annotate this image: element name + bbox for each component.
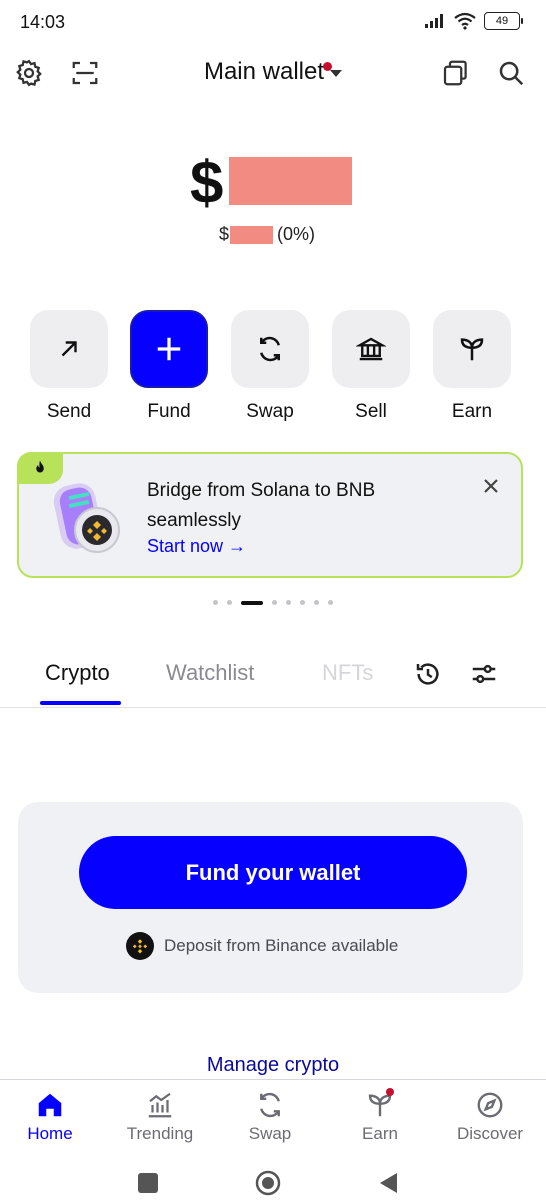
change-redacted bbox=[230, 226, 273, 244]
pager-dot-active[interactable] bbox=[241, 600, 263, 605]
fund-wallet-button[interactable]: Fund your wallet bbox=[79, 836, 467, 909]
nav-discover[interactable]: Discover bbox=[442, 1088, 538, 1144]
earn-button[interactable] bbox=[433, 310, 511, 388]
status-icons: 49 bbox=[424, 12, 523, 30]
home-system-button[interactable] bbox=[253, 1168, 283, 1198]
nav-home[interactable]: Home bbox=[2, 1088, 98, 1144]
swap-button[interactable] bbox=[231, 310, 309, 388]
swap-label: Swap bbox=[246, 401, 294, 422]
sell-label: Sell bbox=[355, 401, 387, 422]
quick-actions: Send Fund Swap Sell Earn bbox=[0, 310, 546, 430]
back-button[interactable] bbox=[373, 1168, 403, 1198]
promo-banner[interactable]: Bridge from Solana to BNB seamlessly Sta… bbox=[17, 452, 523, 578]
nav-home-label: Home bbox=[27, 1124, 73, 1143]
pager-dot[interactable] bbox=[328, 600, 333, 605]
fund-action[interactable]: Fund bbox=[129, 310, 209, 423]
send-label: Send bbox=[46, 401, 92, 422]
banner-pager bbox=[0, 600, 546, 605]
balance-display: $ bbox=[0, 148, 546, 218]
nav-earn-label: Earn bbox=[362, 1124, 398, 1143]
plus-icon bbox=[157, 337, 181, 361]
tab-crypto[interactable]: Crypto bbox=[45, 660, 110, 686]
chart-icon bbox=[148, 1092, 172, 1118]
send-action[interactable]: Send bbox=[29, 310, 109, 423]
nav-discover-label: Discover bbox=[456, 1124, 524, 1143]
pager-dot[interactable] bbox=[286, 600, 291, 605]
pager-dot[interactable] bbox=[213, 600, 218, 605]
change-currency-symbol: $ bbox=[219, 224, 230, 244]
wallet-title: Main wallet bbox=[203, 58, 325, 85]
send-button[interactable] bbox=[30, 310, 108, 388]
change-percent: (0%) bbox=[277, 224, 316, 244]
nav-swap-label: Swap bbox=[248, 1124, 292, 1143]
system-nav-bar bbox=[0, 1160, 546, 1204]
balance-change: $ (0%) bbox=[0, 222, 546, 246]
compass-icon bbox=[477, 1092, 503, 1118]
sell-button[interactable] bbox=[332, 310, 410, 388]
chevron-down-icon bbox=[330, 69, 343, 77]
battery-indicator: 49 bbox=[484, 12, 523, 30]
history-icon bbox=[416, 663, 439, 685]
arrow-up-right-icon bbox=[61, 341, 77, 357]
recents-button[interactable] bbox=[133, 1168, 163, 1198]
sliders-icon bbox=[472, 664, 496, 684]
banner-title: Bridge from Solana to BNB seamlessly bbox=[147, 480, 376, 531]
top-bar: Main wallet bbox=[0, 50, 546, 96]
copy-icon bbox=[443, 60, 467, 86]
manage-crypto-link[interactable]: Manage crypto bbox=[0, 1054, 546, 1077]
status-time: 14:03 bbox=[20, 12, 66, 32]
asset-tabs: Crypto Watchlist NFTs bbox=[0, 650, 546, 708]
nav-trending[interactable]: Trending bbox=[112, 1088, 208, 1144]
swap-icon bbox=[260, 1092, 280, 1118]
sprout-icon bbox=[460, 338, 484, 361]
notification-dot bbox=[323, 62, 332, 71]
wifi-icon bbox=[454, 12, 476, 30]
search-button[interactable] bbox=[493, 55, 529, 91]
circle-icon bbox=[255, 1170, 281, 1196]
banner-close-button[interactable] bbox=[479, 474, 503, 498]
tab-watchlist[interactable]: Watchlist bbox=[166, 660, 254, 686]
bottom-nav: Home Trending Swap Earn Discover bbox=[0, 1079, 546, 1159]
deposit-text: Deposit from Binance available bbox=[164, 936, 399, 955]
close-icon bbox=[484, 479, 498, 493]
copy-button[interactable] bbox=[437, 55, 473, 91]
binance-icon bbox=[126, 932, 154, 960]
home-icon bbox=[38, 1093, 62, 1117]
signal-icon bbox=[425, 14, 443, 28]
pager-dot[interactable] bbox=[314, 600, 319, 605]
swap-action[interactable]: Swap bbox=[230, 310, 310, 423]
sell-action[interactable]: Sell bbox=[331, 310, 411, 423]
bank-icon bbox=[356, 337, 386, 361]
fund-button[interactable] bbox=[130, 310, 208, 388]
tab-nfts[interactable]: NFTs bbox=[322, 660, 373, 686]
pager-dot[interactable] bbox=[300, 600, 305, 605]
fund-label: Fund bbox=[147, 401, 191, 422]
nav-trending-label: Trending bbox=[126, 1124, 194, 1143]
earn-label: Earn bbox=[451, 401, 493, 422]
tab-active-indicator bbox=[40, 701, 121, 705]
fund-wallet-card: Fund your wallet Deposit from Binance av… bbox=[18, 802, 523, 993]
nav-earn[interactable]: Earn bbox=[332, 1088, 428, 1144]
battery-level: 49 bbox=[495, 15, 509, 27]
balance-redacted bbox=[229, 157, 352, 205]
balance-currency-symbol: $ bbox=[190, 149, 224, 216]
banner-start-now-link[interactable]: Start now → bbox=[147, 536, 246, 557]
filter-button[interactable] bbox=[466, 656, 502, 692]
binance-deposit-row[interactable]: Deposit from Binance available bbox=[126, 932, 398, 960]
earn-notification-dot bbox=[386, 1088, 394, 1096]
back-triangle-icon bbox=[380, 1173, 397, 1193]
pager-dot[interactable] bbox=[227, 600, 232, 605]
nav-swap[interactable]: Swap bbox=[222, 1088, 318, 1144]
square-icon bbox=[138, 1173, 158, 1193]
bridge-illustration bbox=[53, 483, 120, 553]
earn-action[interactable]: Earn bbox=[432, 310, 512, 423]
fire-icon bbox=[36, 460, 44, 473]
history-button[interactable] bbox=[410, 656, 446, 692]
status-bar: 14:03 49 bbox=[0, 0, 546, 48]
swap-icon bbox=[260, 336, 280, 362]
search-icon bbox=[499, 61, 524, 86]
pager-dot[interactable] bbox=[272, 600, 277, 605]
